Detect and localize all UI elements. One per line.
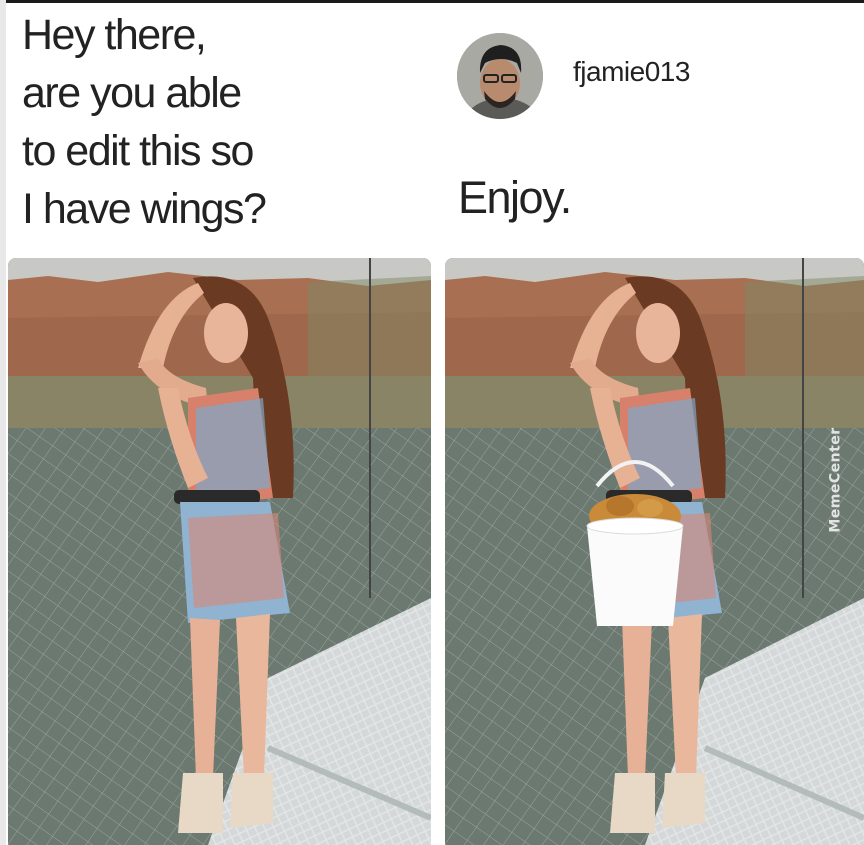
avatar-image [457, 33, 543, 119]
request-line-4: I have wings? [22, 185, 267, 233]
request-line-3: to edit this so [22, 127, 254, 175]
left-border [0, 0, 6, 845]
username[interactable]: fjamie013 [573, 56, 690, 88]
request-caption: Hey there, are you able to edit this so … [22, 6, 422, 238]
reply-text: Enjoy. [458, 172, 572, 223]
edited-photo [445, 258, 864, 845]
original-photo [8, 258, 431, 845]
watermark: MemeCenter [826, 427, 846, 532]
request-line-1: Hey there, [22, 11, 207, 59]
meme-page: Hey there, are you able to edit this so … [0, 0, 864, 845]
request-line-2: are you able [22, 69, 242, 117]
top-border [0, 0, 864, 3]
avatar[interactable] [457, 33, 543, 119]
watermark-text: MemeCenter [828, 427, 844, 533]
